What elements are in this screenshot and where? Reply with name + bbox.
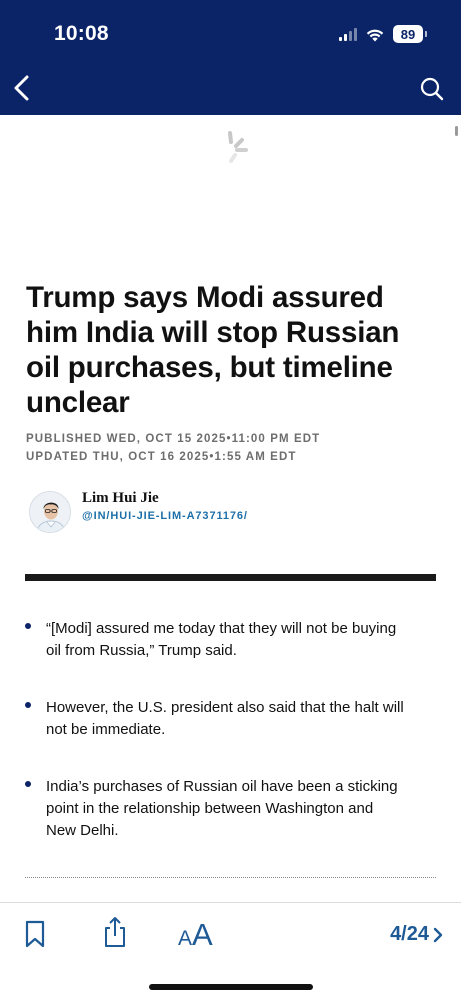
chevron-left-icon	[14, 75, 29, 101]
status-time: 10:08	[54, 22, 109, 45]
status-icons: 89	[339, 25, 427, 43]
updated-date: UPDATED THU, OCT 16 2025•1:55 AM EDT	[26, 451, 297, 463]
bookmark-button[interactable]	[25, 920, 45, 948]
bookmark-icon	[25, 920, 45, 948]
author-handle-link[interactable]: @IN/HUI-JIE-LIM-A7371176/	[82, 510, 248, 522]
key-point-3: India’s purchases of Russian oil have be…	[25, 776, 405, 842]
loading-spinner-icon	[222, 130, 252, 168]
text-size-large-label: A	[192, 917, 213, 952]
text-size-button[interactable]: AA	[178, 917, 213, 953]
author-avatar[interactable]	[29, 491, 71, 533]
scroll-indicator[interactable]	[455, 126, 458, 136]
key-point-1: “[Modi] assured me today that they will …	[25, 618, 405, 662]
section-divider	[25, 574, 436, 581]
top-bar: 10:08 89	[0, 0, 461, 115]
chevron-right-icon	[433, 927, 443, 942]
published-date: PUBLISHED WED, OCT 15 2025•11:00 PM EDT	[26, 433, 321, 445]
search-icon	[420, 77, 444, 101]
battery-icon: 89	[393, 25, 427, 43]
dotted-divider	[25, 877, 436, 878]
key-point-2: However, the U.S. president also said th…	[25, 697, 405, 741]
home-indicator[interactable]	[149, 984, 313, 990]
cellular-signal-icon	[339, 27, 357, 41]
share-button[interactable]	[103, 916, 127, 948]
battery-level: 89	[400, 26, 416, 42]
share-icon	[105, 917, 125, 947]
author-name[interactable]: Lim Hui Jie	[82, 490, 159, 507]
article-headline: Trump says Modi assured him India will s…	[26, 281, 400, 419]
page-indicator: 4/24	[390, 923, 429, 945]
next-article-button[interactable]: 4/24	[390, 923, 443, 946]
wifi-icon	[366, 29, 384, 41]
search-button[interactable]	[419, 76, 445, 102]
text-size-small-label: A	[178, 927, 193, 950]
back-button[interactable]	[10, 72, 36, 104]
